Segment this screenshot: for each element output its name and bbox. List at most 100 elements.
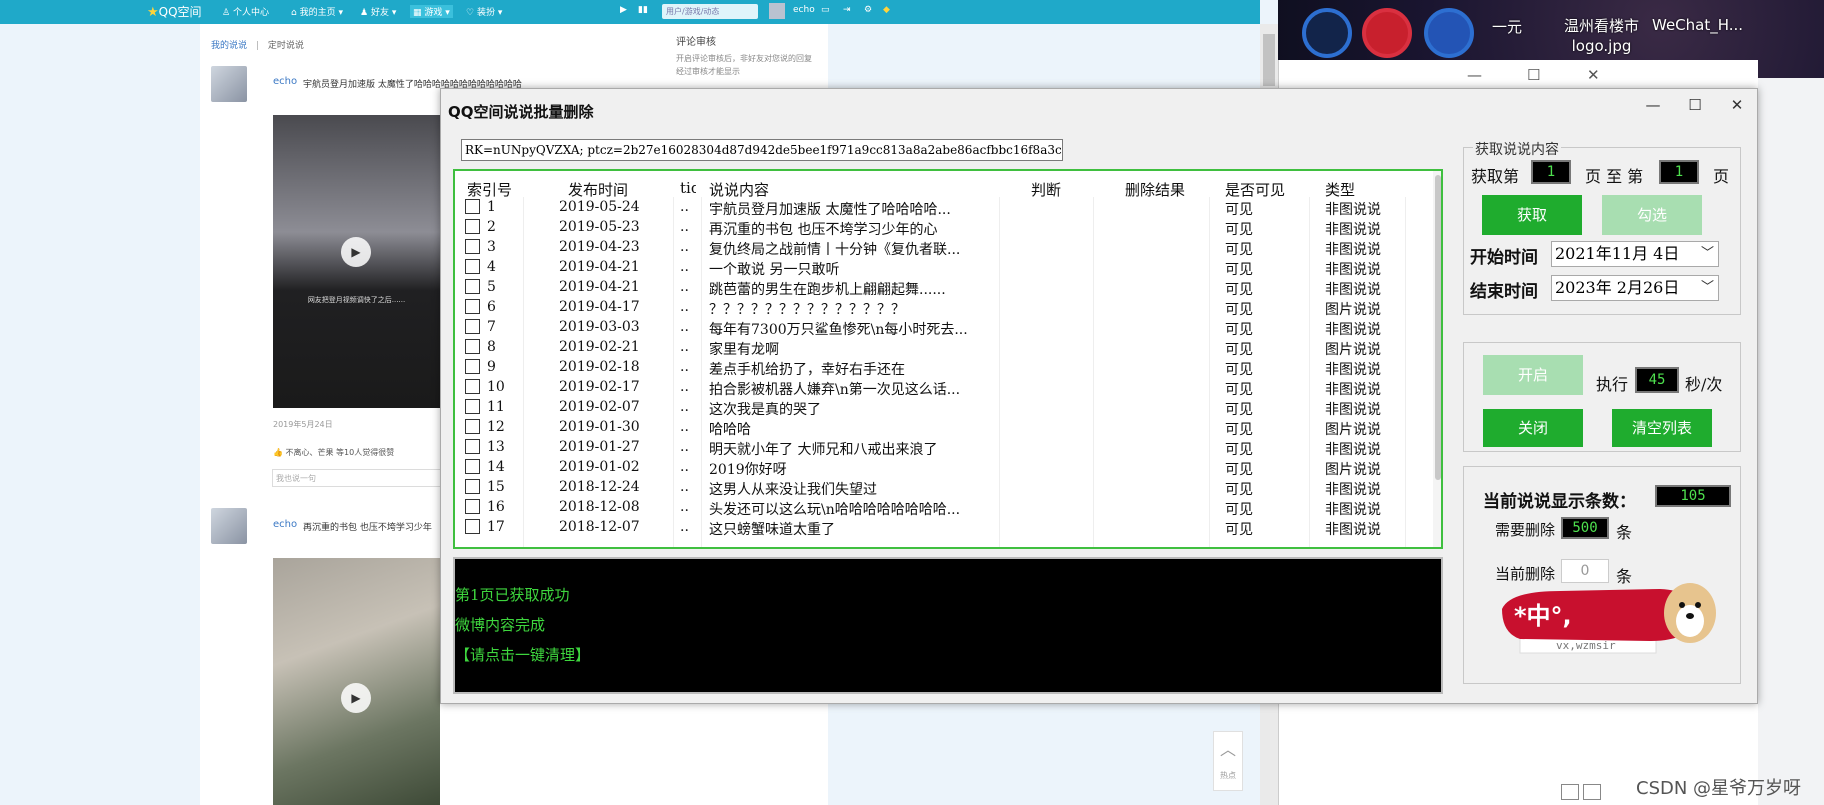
close-button[interactable]: ✕: [1717, 93, 1757, 117]
chevron-down-icon[interactable]: ﹀: [1701, 242, 1714, 266]
scrollbar-thumb[interactable]: [1435, 175, 1441, 480]
table-header: 索引号 发布时间 tid 说说内容 判断 删除结果 是否可见 类型: [455, 171, 1430, 199]
nav-dressup[interactable]: ♡ 装扮 ▾: [466, 5, 502, 18]
need-delete-input[interactable]: 500: [1561, 517, 1609, 539]
table-row[interactable]: 2 2019-05-23.. 再沉重的书包 也压不垮学习少年的心 可见 非图说说: [455, 217, 1430, 238]
nav-friends[interactable]: ♟ 好友 ▾: [360, 5, 396, 18]
clear-list-button[interactable]: 清空列表: [1612, 409, 1712, 447]
close-task-button[interactable]: 关闭: [1483, 409, 1583, 447]
table-row[interactable]: 1 2019-05-24.. 宇航员登月加速版 太魔性了哈哈哈哈... 可见 非图说说: [455, 197, 1430, 218]
tab-scheduled[interactable]: 定时说说: [268, 41, 304, 51]
table-row[interactable]: 11 2019-02-07.. 这次我是真的哭了 可见 非图说说: [455, 397, 1430, 418]
log-line: 第1页已获取成功: [455, 586, 570, 604]
row-tid: ..: [680, 379, 689, 395]
post-avatar[interactable]: [211, 508, 247, 544]
table-row[interactable]: 14 2019-01-02.. 2019你好呀 可见 图片说说: [455, 457, 1430, 478]
row-checkbox[interactable]: [465, 319, 480, 334]
table-row[interactable]: 3 2019-04-23.. 复仇终局之战前情丨十分钟《复仇者联... 可见 非图说说: [455, 237, 1430, 258]
table-row[interactable]: 12 2019-01-30.. 哈哈哈 可见 图片说说: [455, 417, 1430, 438]
start-button[interactable]: 开启: [1483, 355, 1583, 395]
play-icon[interactable]: ▶: [341, 683, 371, 713]
table-row[interactable]: 16 2018-12-08.. 头发还可以这么玩\n哈哈哈哈哈哈哈哈... 可见 非图说…: [455, 497, 1430, 518]
table-row[interactable]: 8 2019-02-21.. 家里有龙啊 可见 图片说说: [455, 337, 1430, 358]
thumb-up-icon[interactable]: 👍: [273, 448, 286, 457]
tab-my-posts[interactable]: 我的说说: [211, 41, 247, 51]
play-icon[interactable]: ▶: [341, 237, 371, 267]
row-checkbox[interactable]: [465, 479, 480, 494]
row-checkbox[interactable]: [465, 519, 480, 534]
message-icon[interactable]: ▭: [821, 5, 830, 15]
music-app-icon[interactable]: [1362, 8, 1412, 58]
nav-my-home[interactable]: ⌂ 我的主页 ▾: [291, 5, 343, 18]
play-icon[interactable]: ▶: [620, 5, 627, 15]
scrollbar-thumb[interactable]: [1263, 34, 1275, 86]
comment-input[interactable]: 我也说一句: [272, 469, 448, 487]
desktop-label[interactable]: WeChat_H...: [1652, 16, 1743, 34]
hot-float-button[interactable]: ︿ 热点: [1213, 731, 1243, 791]
row-checkbox[interactable]: [465, 219, 480, 234]
col-tid[interactable]: tid: [680, 179, 696, 197]
maximize-button[interactable]: ☐: [1675, 93, 1715, 117]
minimize-icon[interactable]: —: [1467, 66, 1482, 84]
row-checkbox[interactable]: [465, 239, 480, 254]
table-row[interactable]: 13 2019-01-27.. 明天就小年了 大师兄和八戒出来浪了 可见 非图说说: [455, 437, 1430, 458]
row-checkbox[interactable]: [465, 399, 480, 414]
row-checkbox[interactable]: [465, 379, 480, 394]
row-checkbox[interactable]: [465, 419, 480, 434]
nav-games[interactable]: ▦ 游戏 ▾: [410, 5, 453, 18]
row-checkbox[interactable]: [465, 279, 480, 294]
post-author[interactable]: echo: [273, 519, 297, 530]
row-checkbox[interactable]: [465, 359, 480, 374]
browser-app-icon[interactable]: [1424, 8, 1474, 58]
interval-input[interactable]: 45: [1635, 367, 1679, 393]
desktop-label[interactable]: 一元: [1492, 16, 1522, 37]
row-date: 2019-03-03: [559, 319, 640, 335]
post-video[interactable]: ▶: [273, 558, 440, 805]
minimize-button[interactable]: —: [1633, 93, 1673, 117]
avatar[interactable]: [769, 3, 785, 19]
end-date-value: 2023年 2月26日: [1555, 278, 1680, 297]
row-checkbox[interactable]: [465, 499, 480, 514]
page-to-input[interactable]: 1: [1659, 160, 1699, 184]
end-date-picker[interactable]: 2023年 2月26日 ﹀: [1551, 275, 1719, 301]
table-row[interactable]: 6 2019-04-17.. ？？？？？？？？？？？？？？ 可见 图片说说: [455, 297, 1430, 318]
post-avatar[interactable]: [211, 66, 247, 102]
post-video[interactable]: ▶ 网友把登月视频调快了之后......: [273, 115, 440, 408]
close-icon[interactable]: ✕: [1587, 66, 1600, 84]
maximize-icon[interactable]: ☐: [1527, 66, 1540, 84]
table-row[interactable]: 5 2019-04-21.. 跳芭蕾的男生在跑步机上翩翩起舞...... 可见 非图说说: [455, 277, 1430, 298]
image-view-icon[interactable]: [1583, 784, 1601, 800]
desktop-label[interactable]: 温州看楼市 logo.jpg: [1564, 16, 1639, 56]
row-checkbox[interactable]: [465, 199, 480, 214]
nav-personal-center[interactable]: ♙ 个人中心: [222, 5, 269, 18]
row-checkbox[interactable]: [465, 459, 480, 474]
row-checkbox[interactable]: [465, 339, 480, 354]
table-row[interactable]: 17 2018-12-07.. 这只螃蟹味道太重了 可见 非图说说: [455, 517, 1430, 538]
row-checkbox[interactable]: [465, 439, 480, 454]
chevron-down-icon[interactable]: ﹀: [1701, 276, 1714, 300]
gear-icon[interactable]: ⚙: [864, 5, 872, 15]
username-link[interactable]: echo: [793, 5, 815, 15]
chart-icon[interactable]: ▮▮: [638, 5, 648, 15]
row-checkbox[interactable]: [465, 259, 480, 274]
exit-icon[interactable]: ⇥: [843, 5, 851, 15]
list-view-icon[interactable]: [1561, 784, 1579, 800]
qzone-search-input[interactable]: 用户/游戏/动态: [662, 4, 758, 19]
table-row[interactable]: 9 2019-02-18.. 差点手机给扔了，幸好右手还在 可见 非图说说: [455, 357, 1430, 378]
table-row[interactable]: 10 2019-02-17.. 拍合影被机器人嫌弃\n第一次见这么话... 可见 非图说…: [455, 377, 1430, 398]
app-shortcut-icon[interactable]: [1302, 8, 1352, 58]
page-from-input[interactable]: 1: [1531, 160, 1571, 184]
table-row[interactable]: 4 2019-04-21.. 一个敢说 另一只敢听 可见 非图说说: [455, 257, 1430, 278]
table-row[interactable]: 7 2019-03-03.. 每年有7300万只鲨鱼惨死\n每小时死去... 可见 非图…: [455, 317, 1430, 338]
fetch-button[interactable]: 获取: [1482, 195, 1582, 235]
table-row[interactable]: 15 2018-12-24.. 这男人从来没让我们失望过 可见 非图说说: [455, 477, 1430, 498]
row-tid: ..: [680, 479, 689, 495]
check-button[interactable]: 勾选: [1602, 195, 1702, 235]
row-checkbox[interactable]: [465, 299, 480, 314]
table-scrollbar[interactable]: [1433, 171, 1441, 547]
diamond-icon[interactable]: ◆: [883, 5, 890, 15]
post-author[interactable]: echo: [273, 76, 297, 87]
start-date-picker[interactable]: 2021年11月 4日 ﹀: [1551, 241, 1719, 267]
cookie-input[interactable]: RK=nUNpyQVZXA; ptcz=2b27e16028304d87d942…: [461, 139, 1063, 161]
qzone-logo[interactable]: ★QQ空间: [147, 3, 202, 20]
